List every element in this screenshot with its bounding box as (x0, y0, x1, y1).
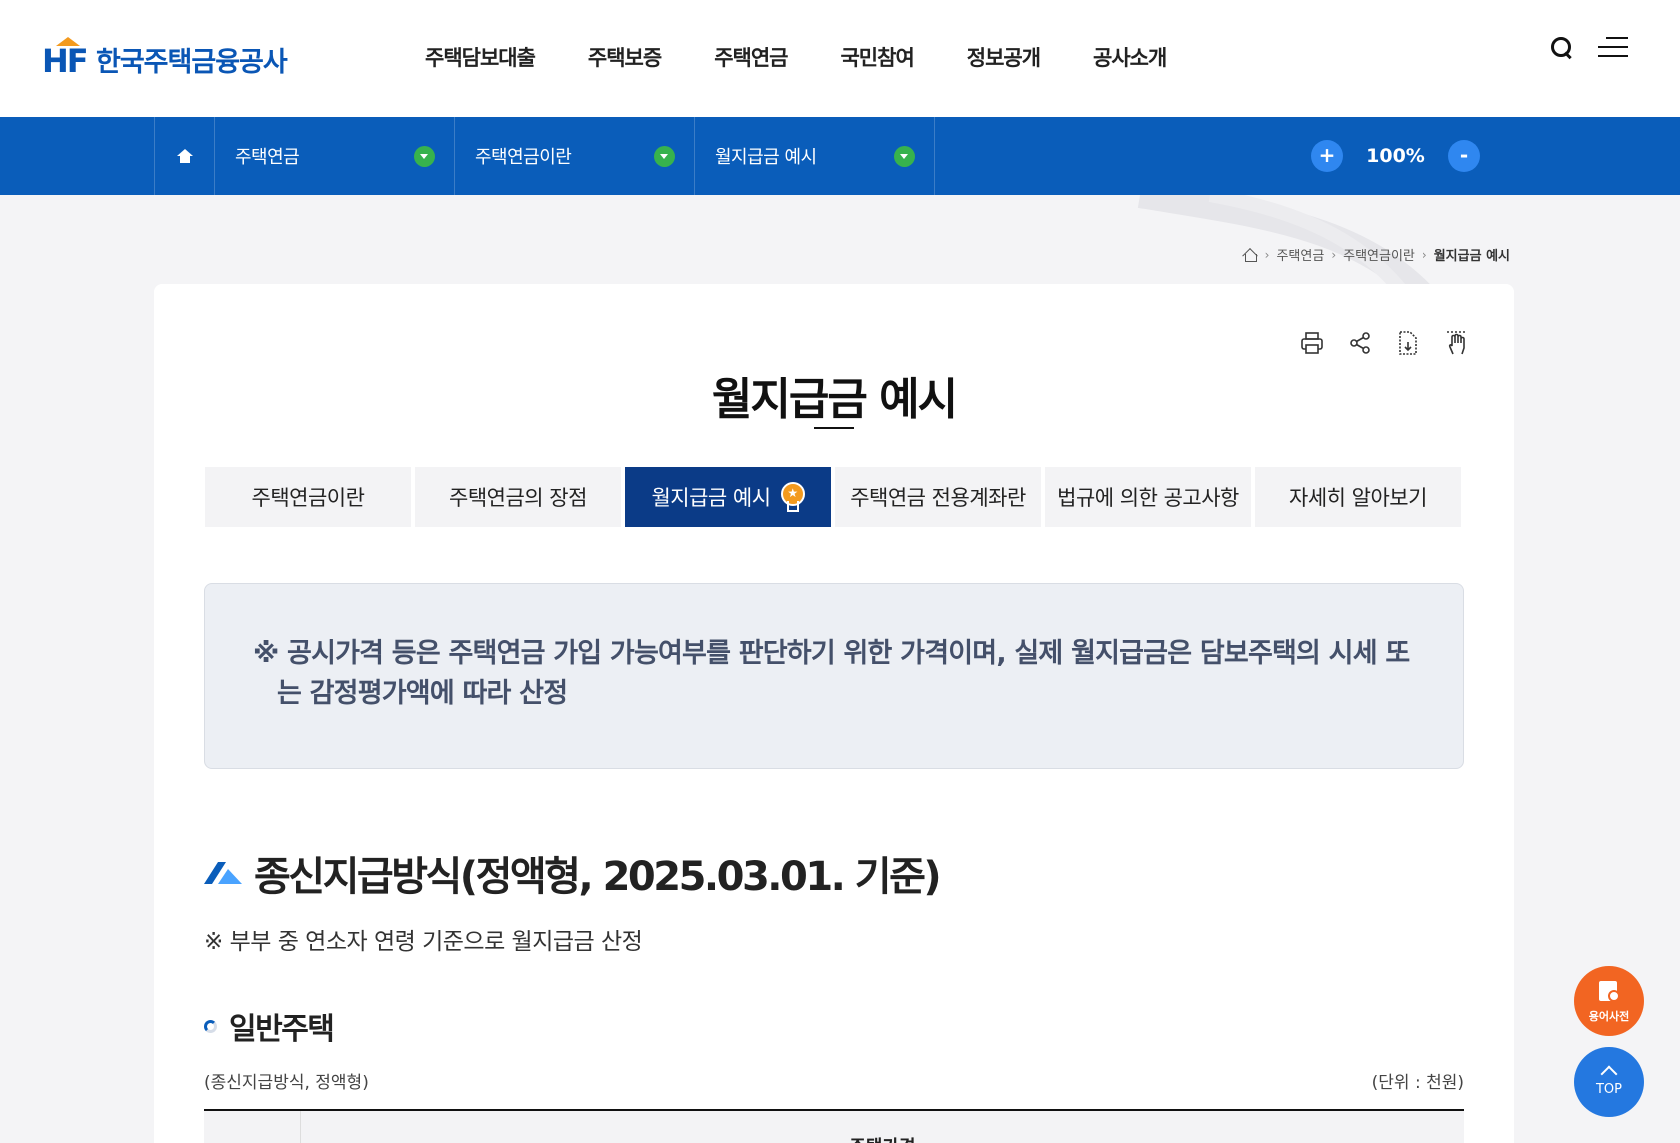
scroll-top-button[interactable]: TOP (1574, 1047, 1644, 1117)
logo-text: 한국주택금융공사 (96, 47, 288, 78)
tab-dedicated-account[interactable]: 주택연금 전용계좌란 (835, 467, 1041, 527)
location-home-button[interactable] (154, 117, 215, 195)
chevron-right-icon: › (1421, 247, 1427, 262)
notice-text: ※ 공시가격 등은 주택연금 가입 가능여부를 판단하기 위한 가격이며, 실제… (253, 638, 1410, 709)
location-dropdown-1[interactable]: 주택연금 (215, 117, 455, 195)
breadcrumb-item[interactable]: 주택연금이란 (1343, 245, 1415, 264)
section-heading: 종신지급방식(정액형, 2025.03.01. 기준) (204, 844, 942, 902)
zoom-control: + 100% - (1311, 140, 1480, 172)
location-bar: 주택연금 주택연금이란 월지급금 예시 + 100% - (0, 117, 1680, 195)
location-label: 주택연금 (235, 147, 300, 168)
content-card: 월지급금 예시 주택연금이란 주택연금의 장점 월지급금 예시 ★ 주택연금 전… (154, 284, 1514, 1143)
hf-logo-mark: HF (42, 36, 89, 80)
medal-icon: ★ (780, 482, 805, 512)
tab-monthly-payment-example[interactable]: 월지급금 예시 ★ (625, 467, 831, 527)
search-icon[interactable] (1550, 36, 1572, 58)
menu-icon[interactable] (1598, 37, 1628, 57)
glossary-button[interactable]: 용어사전 (1574, 966, 1644, 1036)
sub-title: 일반주택 (229, 1012, 335, 1047)
main-nav: 주택담보대출 주택보증 주택연금 국민참여 정보공개 공사소개 (425, 42, 1219, 72)
section-mark-icon (204, 862, 242, 884)
breadcrumb-item[interactable]: 주택연금 (1276, 245, 1324, 264)
home-icon (176, 149, 193, 163)
chevron-right-icon: › (1331, 247, 1337, 262)
glossary-label: 용어사전 (1588, 1010, 1630, 1023)
tab-legal-notices[interactable]: 법규에 의한 공고사항 (1045, 467, 1251, 527)
page-tools (1300, 330, 1468, 356)
table-unit: (단위 : 천원) (1371, 1073, 1464, 1093)
tab-advantages[interactable]: 주택연금의 장점 (415, 467, 621, 527)
print-icon[interactable] (1300, 330, 1324, 356)
location-dropdown-3[interactable]: 월지급금 예시 (695, 117, 935, 195)
tab-label: 월지급금 예시 (651, 486, 771, 510)
zoom-level: 100% (1366, 145, 1425, 167)
tab-about-pension[interactable]: 주택연금이란 (205, 467, 411, 527)
scroll-top-label: TOP (1595, 1082, 1622, 1097)
tab-learn-more[interactable]: 자세히 알아보기 (1255, 467, 1461, 527)
chevron-down-icon (654, 145, 675, 167)
breadcrumb: › 주택연금 › 주택연금이란 › 월지급금 예시 (1242, 245, 1510, 264)
share-icon[interactable] (1348, 330, 1372, 356)
table-caption: (종신지급방식, 정액형) (204, 1073, 369, 1093)
sub-heading: 일반주택 (204, 1004, 335, 1048)
home-icon[interactable] (1242, 248, 1258, 262)
chevron-down-icon (414, 145, 435, 167)
section-note: ※ 부부 중 연소자 연령 기준으로 월지급금 산정 (204, 929, 643, 955)
location-label: 월지급금 예시 (715, 147, 817, 168)
payment-table: 주택가격 (204, 1109, 1464, 1143)
chevron-down-icon (894, 145, 915, 167)
notice-box: ※ 공시가격 등은 주택연금 가입 가능여부를 판단하기 위한 가격이며, 실제… (204, 583, 1464, 769)
nav-item-participation[interactable]: 국민참여 (840, 42, 914, 72)
table-header-house-price: 주택가격 (301, 1133, 1464, 1143)
glossary-book-icon (1599, 981, 1620, 1002)
nav-item-about[interactable]: 공사소개 (1093, 42, 1167, 72)
title-underline (814, 427, 854, 429)
download-file-icon[interactable] (1396, 330, 1420, 356)
nav-item-mortgage[interactable]: 주택담보대출 (425, 42, 536, 72)
section-title: 종신지급방식(정액형, 2025.03.01. 기준) (254, 854, 942, 900)
location-label: 주택연금이란 (475, 147, 572, 168)
chevron-right-icon: › (1264, 247, 1270, 262)
zoom-out-button[interactable]: - (1448, 140, 1480, 172)
touch-hand-icon[interactable] (1444, 330, 1468, 356)
site-header: HF 한국주택금융공사 주택담보대출 주택보증 주택연금 국민참여 정보공개 공… (0, 0, 1680, 117)
site-logo[interactable]: HF 한국주택금융공사 (42, 34, 288, 80)
breadcrumb-current: 월지급금 예시 (1433, 249, 1510, 264)
location-dropdown-2[interactable]: 주택연금이란 (455, 117, 695, 195)
bullet-ring-icon (204, 1019, 217, 1033)
arrow-up-icon (1600, 1065, 1618, 1083)
nav-item-pension[interactable]: 주택연금 (714, 42, 788, 72)
table-corner-cell (204, 1111, 301, 1143)
zoom-in-button[interactable]: + (1311, 140, 1343, 172)
nav-item-guarantee[interactable]: 주택보증 (588, 42, 662, 72)
page-title: 월지급금 예시 (711, 374, 958, 425)
sub-tabs: 주택연금이란 주택연금의 장점 월지급금 예시 ★ 주택연금 전용계좌란 법규에… (205, 467, 1461, 527)
logo-mark-text: HF (42, 41, 89, 80)
nav-item-disclosure[interactable]: 정보공개 (967, 42, 1041, 72)
